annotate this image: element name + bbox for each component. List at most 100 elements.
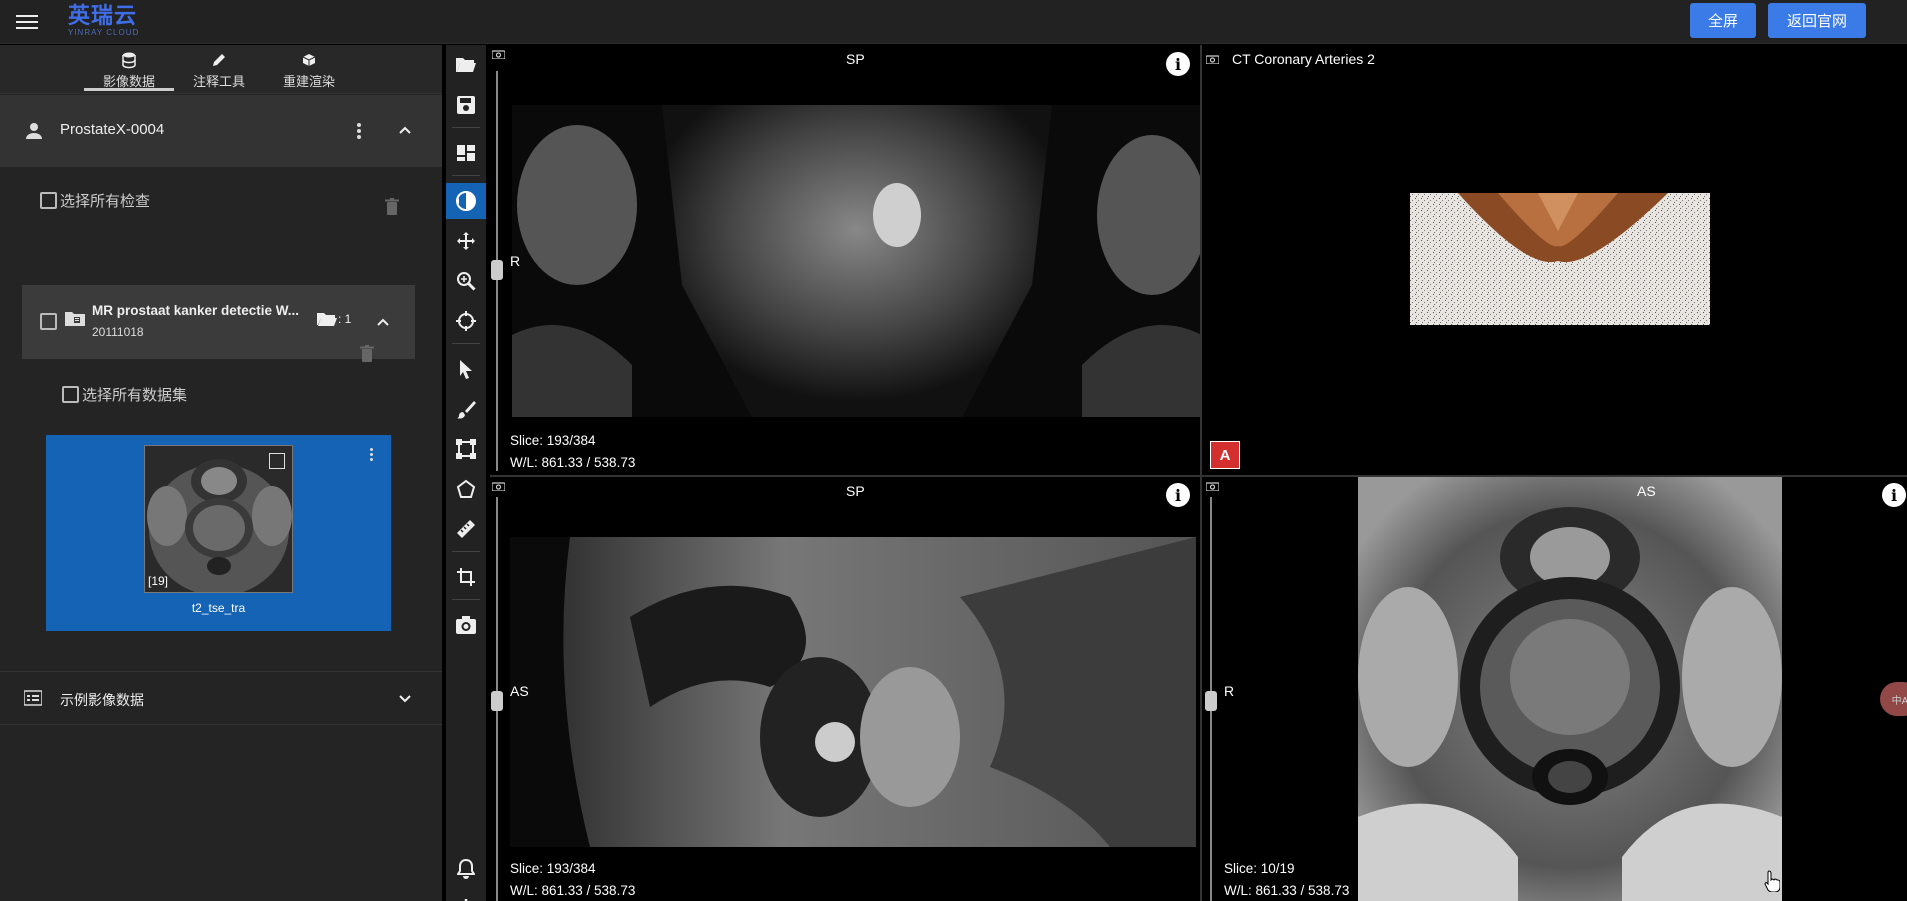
series-more-icon[interactable] <box>368 447 374 465</box>
window-level-indicator: W/L: 861.33 / 538.73 <box>510 455 636 470</box>
window-level-indicator: W/L: 861.33 / 538.73 <box>1224 883 1350 898</box>
open-folder-tool[interactable] <box>446 47 486 83</box>
patient-row[interactable]: ProstateX-0004 <box>0 95 442 167</box>
tab-annotation-tools[interactable]: 注释工具 <box>174 49 264 91</box>
left-tabs: 影像数据 注释工具 重建渲染 <box>0 45 442 94</box>
crosshair-tool[interactable] <box>446 303 486 339</box>
series-select-checkbox[interactable] <box>269 453 285 469</box>
tool-bar <box>446 45 486 901</box>
tool-separator <box>452 551 480 552</box>
study-title: MR prostaat kanker detectie W... <box>92 303 300 318</box>
example-data-row[interactable]: 示例影像数据 <box>0 671 442 725</box>
axial-mri-image <box>1358 477 1782 901</box>
ruler-tool[interactable] <box>446 511 486 547</box>
info-icon[interactable]: i <box>1166 52 1190 76</box>
volume-render-image <box>1410 193 1710 325</box>
series-image-count: [19] <box>148 574 169 588</box>
window-level-indicator: W/L: 861.33 / 538.73 <box>510 883 636 898</box>
folder-open-icon <box>317 313 337 326</box>
tab-label: 重建渲染 <box>282 74 335 89</box>
slice-indicator: Slice: 193/384 <box>510 861 596 876</box>
viewport-overlay-text: Slice: 10/19 W/L: 861.33 / 538.73 <box>1224 858 1349 901</box>
camera-icon[interactable] <box>1206 54 1219 64</box>
pencil-icon <box>213 54 225 66</box>
save-icon <box>457 96 475 114</box>
select-all-studies-label: 选择所有检查 <box>60 192 151 210</box>
slice-slider-handle[interactable] <box>1205 691 1217 711</box>
settings-button[interactable] <box>446 891 486 901</box>
study-folder-icon <box>65 312 85 326</box>
app-logo[interactable]: 英瑞云 YINRAY CLOUD <box>68 3 140 38</box>
study-row[interactable]: MR prostaat kanker detectie W... 2011101… <box>22 285 415 359</box>
chevron-up-icon[interactable] <box>376 315 390 329</box>
viewport-coronal[interactable]: SP R i Slice: 193/384 W/L: 861.33 / 538.… <box>490 45 1200 475</box>
menu-icon[interactable] <box>16 12 38 30</box>
patient-name: ProstateX-0004 <box>60 121 165 138</box>
fullscreen-button[interactable]: 全屏 <box>1690 3 1756 38</box>
viewport-divider-horizontal[interactable] <box>490 475 1907 477</box>
notifications-button[interactable] <box>446 851 486 887</box>
select-all-series-label: 选择所有数据集 <box>82 386 188 404</box>
delete-series-icon[interactable] <box>360 345 374 363</box>
select-tool[interactable] <box>446 351 486 387</box>
camera-reload-icon <box>456 616 476 634</box>
polygon-tool[interactable] <box>446 471 486 507</box>
slice-slider-handle[interactable] <box>491 260 503 280</box>
tool-separator <box>452 599 480 600</box>
orientation-left-label: AS <box>510 683 529 699</box>
orientation-left-label: R <box>1224 683 1235 699</box>
camera-icon[interactable] <box>492 49 505 59</box>
example-data-label: 示例影像数据 <box>60 692 144 708</box>
viewport-axial[interactable]: AS R i Slice: 10/19 W/L: 861.33 / 538.73 <box>1202 477 1907 901</box>
viewport-sagittal[interactable]: SP AS i Slice: 193/384 W/L: 861.33 / 538… <box>490 477 1200 901</box>
orientation-left-label: R <box>510 253 521 269</box>
study-checkbox[interactable] <box>40 313 57 330</box>
database-icon <box>122 52 136 69</box>
back-to-website-button[interactable]: 返回官网 <box>1768 3 1866 38</box>
study-date: 20111018 <box>92 325 144 339</box>
layout-tool[interactable] <box>446 135 486 171</box>
orientation-top-label: AS <box>1637 483 1656 499</box>
chevron-up-icon[interactable] <box>398 123 412 137</box>
crop-tool[interactable] <box>446 559 486 595</box>
rectangle-tool[interactable] <box>446 431 486 467</box>
save-tool[interactable] <box>446 87 486 123</box>
zoom-tool[interactable] <box>446 263 486 299</box>
slice-slider-handle[interactable] <box>491 691 503 711</box>
series-label: t2_tse_tra <box>191 601 246 615</box>
camera-icon[interactable] <box>1206 481 1219 491</box>
annotation-badge[interactable]: A <box>1210 441 1240 469</box>
translate-badge[interactable]: 中A <box>1880 682 1907 716</box>
delete-studies-icon[interactable] <box>385 198 399 216</box>
screenshot-tool[interactable] <box>446 607 486 643</box>
info-icon[interactable]: i <box>1166 483 1190 507</box>
chevron-down-icon[interactable] <box>398 692 412 706</box>
tab-image-data[interactable]: 影像数据 <box>84 49 174 91</box>
camera-icon[interactable] <box>492 481 505 491</box>
tab-reconstruction[interactable]: 重建渲染 <box>264 49 354 91</box>
logo-text: 英瑞云 <box>68 3 138 28</box>
tool-separator <box>452 127 480 128</box>
tool-separator <box>452 175 480 176</box>
series-count-value: : 1 <box>338 312 352 326</box>
orientation-top-label: SP <box>846 483 865 499</box>
info-icon[interactable]: i <box>1882 483 1906 507</box>
select-all-series-checkbox[interactable]: 选择所有数据集 <box>62 379 187 409</box>
series-card[interactable]: [19] t2_tse_tra <box>46 435 391 631</box>
tab-label: 影像数据 <box>102 74 155 89</box>
checkbox[interactable] <box>62 385 79 403</box>
window-level-tool[interactable] <box>446 183 486 219</box>
viewport-3d-render[interactable]: CT Coronary Arteries 2 A <box>1202 45 1907 475</box>
crop-icon <box>457 568 475 586</box>
contrast-icon <box>456 191 476 211</box>
viewport-overlay-text: Slice: 193/384 W/L: 861.33 / 538.73 <box>510 430 635 474</box>
logo-subtext: YINRAY CLOUD <box>68 28 140 37</box>
checkbox[interactable] <box>40 191 57 209</box>
pentagon-icon <box>456 479 476 498</box>
brush-tool[interactable] <box>446 391 486 427</box>
patient-more-icon[interactable] <box>356 122 362 140</box>
ruler-icon <box>457 520 475 538</box>
select-all-studies-checkbox[interactable]: 选择所有检查 <box>40 185 150 215</box>
viewport-divider-vertical[interactable] <box>1200 45 1202 901</box>
pan-tool[interactable] <box>446 223 486 259</box>
